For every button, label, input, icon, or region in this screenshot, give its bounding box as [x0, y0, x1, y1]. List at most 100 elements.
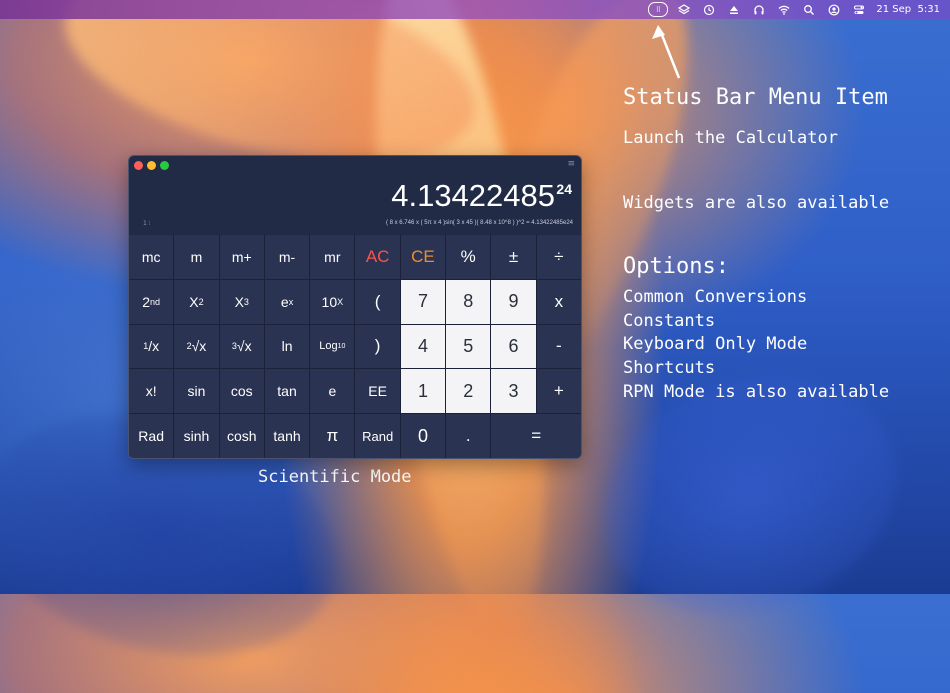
digit-2-button[interactable]: 2 [446, 369, 491, 414]
display-value: 4.13422485 [391, 178, 555, 213]
e-power-x-label: e [280, 293, 289, 310]
divide-button[interactable]: ÷ [536, 235, 581, 279]
ln-button[interactable]: ln [264, 324, 310, 369]
close-button[interactable] [134, 160, 143, 170]
search-icon[interactable] [796, 0, 821, 19]
minimize-button[interactable] [147, 160, 156, 170]
options-list: Common Conversions Constants Keyboard On… [623, 286, 889, 405]
x-squared-button[interactable]: X2 [174, 279, 219, 324]
rad-toggle-button[interactable]: Rad [129, 414, 174, 458]
square-root-button[interactable]: 2 √x [174, 324, 219, 369]
digit-8-button[interactable]: 8 [446, 279, 491, 324]
control-center-icon[interactable] [846, 0, 871, 19]
ten-power-x-button[interactable]: 10 X [310, 279, 355, 324]
expression-line: 1 ⁝ ( 8 x 6.746 x ( 5π x 4 )sin( 3 x 45 … [129, 214, 581, 236]
log10-sub: 10 [337, 342, 346, 350]
equals-button[interactable]: = [491, 414, 581, 458]
second-function-sup: nd [150, 296, 161, 307]
keypad: mc m m+ m- mr AC CE % ± ÷ 2nd X2 X3 ex 1… [129, 235, 581, 458]
wifi-icon[interactable] [771, 0, 796, 19]
layers-icon[interactable] [671, 0, 696, 19]
plus-button[interactable]: + [536, 369, 581, 414]
exponent-entry-button[interactable]: EE [355, 369, 400, 414]
log10-label: Log [319, 340, 338, 353]
digit-7-button[interactable]: 7 [400, 279, 446, 324]
status-bar-description: Launch the Calculator [623, 128, 838, 148]
factorial-button[interactable]: x! [129, 369, 174, 414]
tanh-button[interactable]: tanh [264, 414, 310, 458]
cube-root-label: √x [236, 338, 252, 355]
headphones-icon[interactable] [746, 0, 771, 19]
calculator-menu-icon[interactable]: ⠿ [645, 0, 671, 19]
arrow-pointer [652, 25, 681, 79]
scientific-mode-caption: Scientific Mode [258, 467, 412, 487]
clear-entry-button[interactable]: CE [400, 235, 446, 279]
tan-button[interactable]: tan [264, 369, 310, 414]
cube-root-button[interactable]: 3 √x [219, 324, 264, 369]
eject-icon[interactable] [721, 0, 746, 19]
x-cubed-sup: 3 [243, 296, 249, 307]
reciprocal-label: /x [148, 338, 160, 355]
e-power-x-sup: x [288, 296, 294, 307]
random-button[interactable]: Rand [355, 414, 400, 458]
ten-power-x-label: 10 [321, 293, 338, 310]
expression-indicator: 1 ⁝ [143, 220, 151, 227]
option-item: Common Conversions [623, 287, 808, 307]
time-machine-icon[interactable] [696, 0, 721, 19]
menu-bar-clock[interactable]: 21 Sep 5:31 [871, 4, 950, 15]
options-heading: Options: [623, 254, 729, 279]
menu-icon[interactable]: ≡ [567, 160, 575, 169]
zoom-button[interactable] [160, 160, 169, 170]
mr-button[interactable]: mr [310, 235, 355, 279]
option-item: Shortcuts [623, 358, 716, 379]
status-bar-heading: Status Bar Menu Item [623, 85, 888, 110]
x-cubed-button[interactable]: X3 [219, 279, 264, 324]
square-root-label: √x [191, 338, 207, 355]
sin-button[interactable]: sin [174, 369, 219, 414]
digit-5-button[interactable]: 5 [446, 324, 491, 369]
reciprocal-button[interactable]: 1/x [129, 324, 174, 369]
digit-3-button[interactable]: 3 [491, 369, 536, 414]
decimal-button[interactable]: . [446, 414, 491, 458]
digit-0-button[interactable]: 0 [400, 414, 446, 458]
percent-button[interactable]: % [446, 235, 491, 279]
option-item: Keyboard Only Mode [623, 334, 808, 355]
e-power-x-button[interactable]: ex [264, 279, 310, 324]
multiply-button[interactable]: x [536, 279, 581, 324]
x-cubed-label: X [234, 293, 244, 310]
all-clear-button[interactable]: AC [355, 235, 400, 279]
display-exponent: 24 [556, 181, 572, 197]
right-paren-button[interactable]: ) [355, 324, 400, 369]
x-squared-sup: 2 [198, 296, 204, 307]
digit-4-button[interactable]: 4 [400, 324, 446, 369]
cosh-button[interactable]: cosh [219, 414, 264, 458]
log10-button[interactable]: Log 10 [310, 324, 355, 369]
second-function-button[interactable]: 2nd [129, 279, 174, 324]
mc-button[interactable]: mc [129, 235, 174, 279]
user-icon[interactable] [821, 0, 846, 19]
m-minus-button[interactable]: m- [264, 235, 310, 279]
x-squared-label: X [189, 293, 199, 310]
plus-minus-button[interactable]: ± [491, 235, 536, 279]
m-button[interactable]: m [174, 235, 219, 279]
option-item: Constants [623, 310, 716, 331]
m-plus-button[interactable]: m+ [219, 235, 264, 279]
pi-button[interactable]: π [310, 414, 355, 458]
cos-button[interactable]: cos [219, 369, 264, 414]
expression-text: ( 8 x 6.746 x ( 5π x 4 )sin( 3 x 45 )( 8… [385, 220, 573, 226]
menu-bar: ⠿ 21 Sep 5:31 [0, 0, 950, 19]
widgets-note: Widgets are also available [623, 193, 890, 213]
digit-1-button[interactable]: 1 [400, 369, 446, 414]
digit-6-button[interactable]: 6 [491, 324, 536, 369]
sinh-button[interactable]: sinh [174, 414, 219, 458]
menu-bar-time: 5:31 [917, 4, 940, 15]
minus-button[interactable]: - [536, 324, 581, 369]
digit-9-button[interactable]: 9 [491, 279, 536, 324]
title-bar[interactable]: ≡ [129, 156, 581, 174]
left-paren-button[interactable]: ( [355, 279, 400, 324]
result-display: 4.13422485 24 [129, 174, 581, 214]
euler-button[interactable]: e [310, 369, 355, 414]
menu-bar-date: 21 Sep [876, 4, 912, 15]
calculator-window: ≡ 4.13422485 24 1 ⁝ ( 8 x 6.746 x ( 5π x… [128, 155, 582, 459]
second-function-label: 2 [142, 293, 151, 310]
